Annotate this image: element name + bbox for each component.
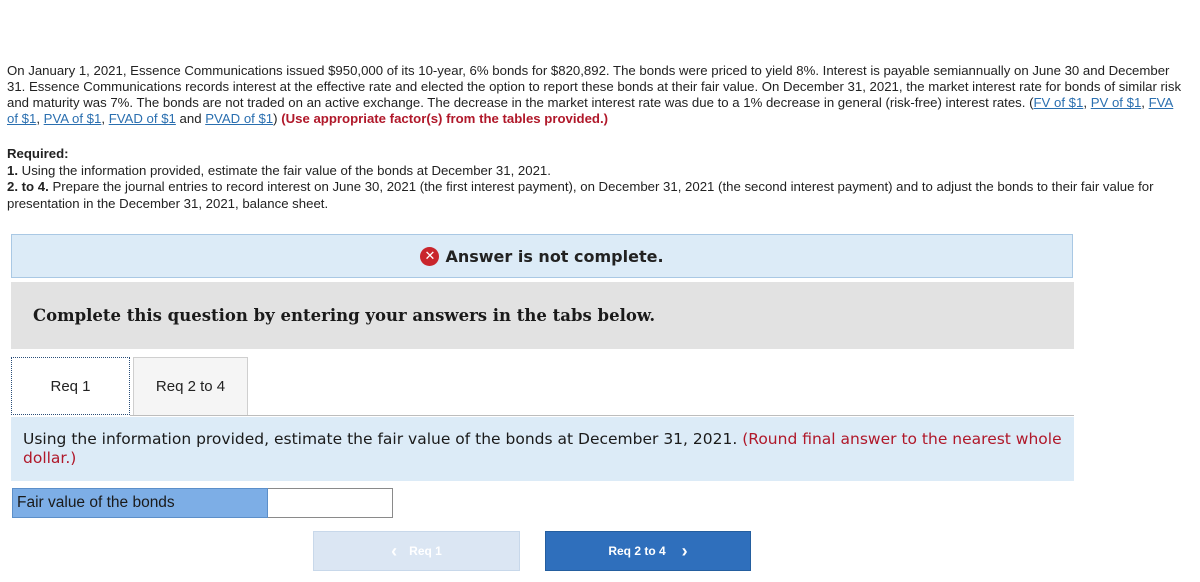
instruction-text: Complete this question by entering your … — [33, 306, 656, 325]
problem-statement: On January 1, 2021, Essence Communicatio… — [7, 63, 1187, 127]
pva-table-link[interactable]: PVA of $1 — [44, 111, 102, 126]
x-circle-icon: ✕ — [420, 246, 440, 266]
fair-value-input[interactable] — [268, 488, 393, 518]
required-item-2: 2. to 4. Prepare the journal entries to … — [7, 179, 1187, 212]
link-separator: , — [1141, 95, 1149, 110]
fvad-table-link[interactable]: FVAD of $1 — [109, 111, 176, 126]
pvad-table-link[interactable]: PVAD of $1 — [205, 111, 273, 126]
chevron-left-icon: ‹ — [391, 541, 398, 561]
next-button-label: Req 2 to 4 — [608, 544, 666, 558]
item-number: 2. to 4. — [7, 179, 49, 194]
answer-status-banner: ✕ Answer is not complete. — [11, 234, 1073, 278]
tab-divider — [130, 415, 1074, 416]
link-separator: , — [101, 111, 109, 126]
question-panel: Using the information provided, estimate… — [11, 417, 1074, 481]
link-separator: , — [1083, 95, 1091, 110]
question-text: Using the information provided, estimate… — [23, 430, 743, 448]
tab-label: Req 2 to 4 — [155, 378, 226, 395]
tab-label: Req 1 — [50, 377, 91, 395]
link-separator: and — [175, 111, 206, 126]
chevron-right-icon: › — [681, 541, 688, 561]
answer-status-text: Answer is not complete. — [445, 246, 664, 266]
factor-note: (Use appropriate factor(s) from the tabl… — [277, 111, 609, 126]
next-button[interactable]: Req 2 to 4 › — [545, 531, 751, 571]
required-heading: Required: — [7, 146, 69, 161]
tab-req-1[interactable]: Req 1 — [11, 357, 130, 415]
item-number: 1. — [7, 162, 18, 178]
answer-row: Fair value of the bonds — [12, 488, 393, 518]
prev-button[interactable]: ‹ Req 1 — [313, 531, 520, 571]
link-separator: , — [36, 111, 44, 126]
problem-text: On January 1, 2021, Essence Communicatio… — [7, 63, 1182, 110]
required-item-1: 1. Using the information provided, estim… — [7, 163, 1187, 180]
prev-button-label: Req 1 — [409, 544, 442, 558]
item-text: Using the information provided, estimate… — [18, 162, 551, 178]
tab-req-2-to-4[interactable]: Req 2 to 4 — [133, 357, 248, 415]
pv-table-link[interactable]: PV of $1 — [1091, 95, 1142, 110]
answer-label-text: Fair value of the bonds — [17, 494, 175, 511]
fair-value-label: Fair value of the bonds — [12, 488, 268, 518]
required-section: Required: 1. Using the information provi… — [7, 146, 1187, 212]
req-tabs: Req 1 Req 2 to 4 — [11, 357, 1074, 417]
item-text: Prepare the journal entries to record in… — [7, 179, 1154, 211]
instruction-bar: Complete this question by entering your … — [11, 282, 1074, 349]
fv-table-link[interactable]: FV of $1 — [1034, 95, 1084, 110]
